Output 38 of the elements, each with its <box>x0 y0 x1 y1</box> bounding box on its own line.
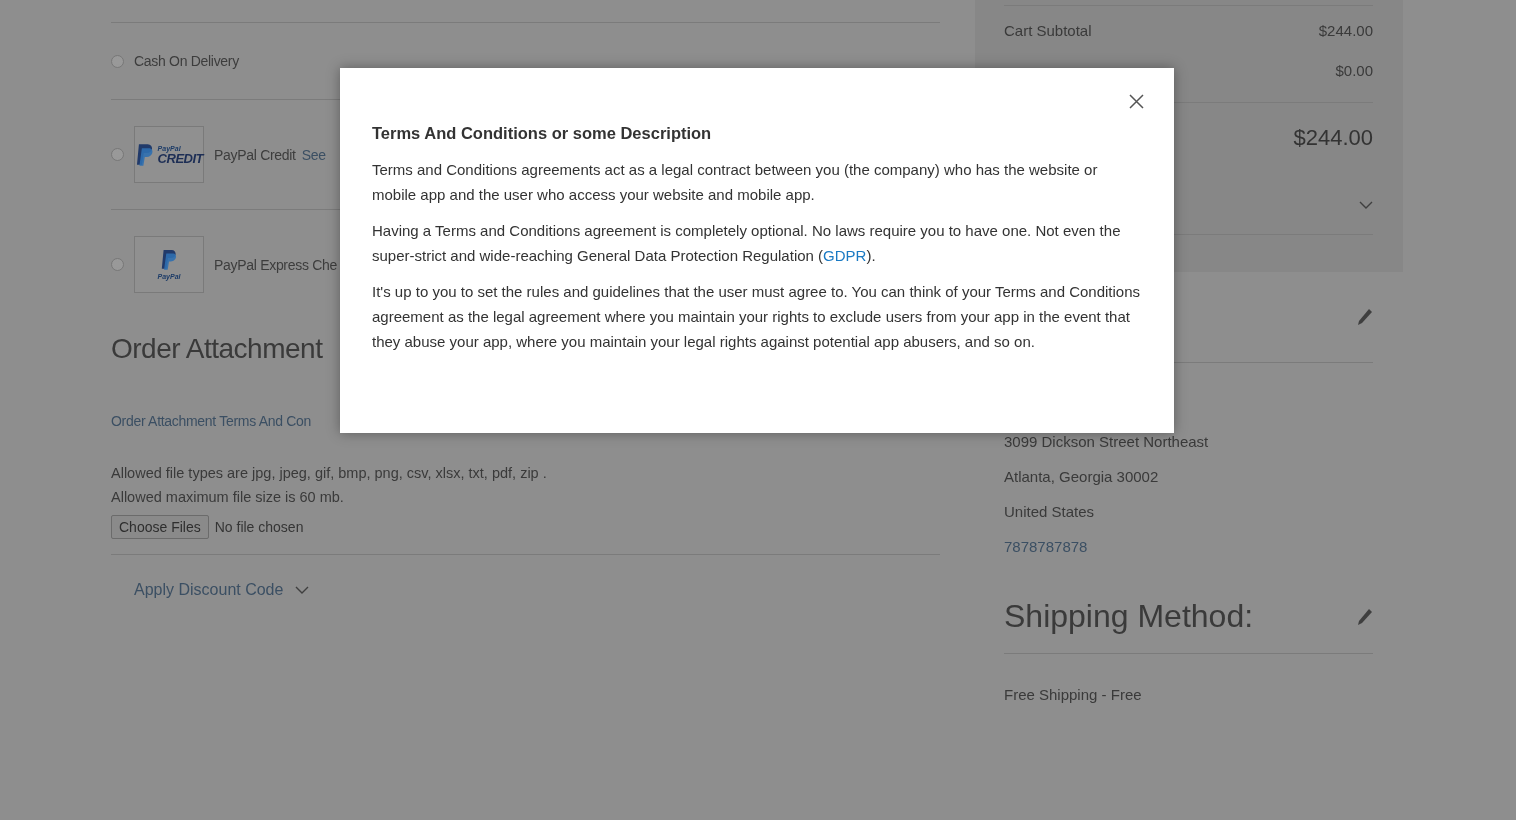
section-heading: Shipping Method: <box>1004 598 1254 635</box>
section-heading: Order Attachment <box>111 333 323 365</box>
payment-method-label: PayPal Credit <box>214 146 296 163</box>
shipping-method-value: Free Shipping - Free <box>1004 686 1143 703</box>
close-button[interactable] <box>1127 92 1146 111</box>
summary-label: Cart Subtotal <box>1004 21 1092 39</box>
radio-button[interactable] <box>111 258 124 271</box>
radio-button[interactable] <box>111 54 124 68</box>
order-total: $244.00 <box>1292 124 1373 151</box>
paypal-p-icon <box>135 142 155 167</box>
summary-value: $0.00 <box>1335 61 1373 79</box>
address-line: United States <box>1004 502 1096 522</box>
chevron-icon <box>295 585 310 595</box>
apply-discount-toggle[interactable]: Apply Discount Code <box>134 581 310 599</box>
payment-method-label: Cash On Delivery <box>134 53 239 69</box>
phone-link[interactable]: 7878787878 <box>1004 529 1373 564</box>
address-line: 3099 Dickson Street Northeast <box>1004 432 1210 452</box>
pencil-icon[interactable] <box>1357 308 1373 326</box>
dialog-paragraph: Terms and Conditions agreements act as a legal contract between you (the company) who has the website or mobile app and the user who access your website and mobile app. <box>372 160 1099 205</box>
pencil-icon[interactable] <box>1357 607 1373 626</box>
payment-method-label: PayPal Express Che <box>214 256 337 273</box>
dialog-title: Terms And Conditions or some Description <box>372 124 713 143</box>
chevron-icon <box>1359 201 1373 210</box>
terms-link[interactable]: Order Attachment Terms And Con <box>111 413 312 429</box>
paypal-p-icon <box>160 248 178 271</box>
choose-files-button[interactable]: Choose Files <box>111 515 209 539</box>
help-text: Allowed maximum file size is 60 mb. <box>111 488 345 507</box>
gdpr-link[interactable]: GDPR <box>823 247 867 264</box>
dialog-paragraph: Having a Terms and Conditions agreement is completely optional. No laws require you to have one. Not even the super-strict and wide-reaching General Data Protection Regulation (GDPR). <box>372 221 1122 266</box>
help-text: Allowed file types are jpg, jpeg, gif, bmp, png, csv, xlsx, txt, pdf, zip . <box>111 464 548 483</box>
file-status: No file chosen <box>214 519 304 535</box>
summary-value: $244.00 <box>1318 21 1373 39</box>
radio-button[interactable] <box>111 148 124 161</box>
dialog-paragraph: It's up to you to set the rules and guidelines that the user must agree to. You can think of your Terms and Conditions agreement as the legal agreement where you maintain your rights to exclude users from your app in the event that they abuse your app, where you maintain your legal rights against potential app abusers, and so on. <box>372 282 1142 352</box>
close-icon <box>1129 94 1144 109</box>
see-link[interactable]: See <box>301 146 326 163</box>
address-line: Atlanta, Georgia 30002 <box>1004 467 1160 487</box>
logo-text: CREDIT <box>157 151 203 165</box>
